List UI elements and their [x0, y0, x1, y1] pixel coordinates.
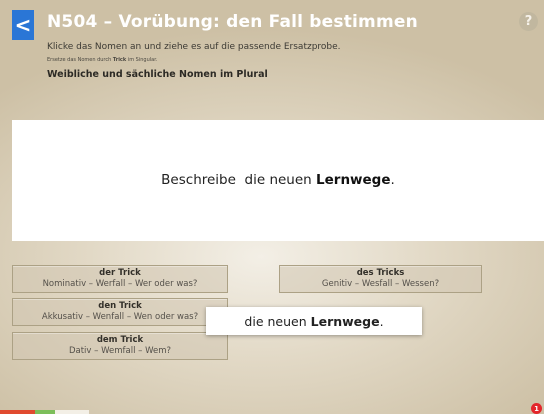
- exercise-subtitle: Weibliche und sächliche Nomen im Plural: [47, 69, 268, 80]
- progress-remaining-segment: [55, 410, 89, 414]
- hint-suffix: im Singular.: [126, 57, 158, 63]
- option-title: der Trick: [99, 268, 141, 278]
- option-title: den Trick: [98, 301, 142, 311]
- card-noun: Lernwege: [310, 313, 380, 329]
- page-title: N504 – Vorübung: den Fall bestimmen: [47, 12, 418, 32]
- sentence-article: die neuen: [244, 172, 312, 188]
- card-article: die neuen: [244, 313, 307, 329]
- option-detail: Nominativ – Werfall – Wer oder was?: [42, 279, 198, 289]
- progress-correct-segment: [35, 410, 55, 414]
- drop-target-nominativ[interactable]: der Trick Nominativ – Werfall – Wer oder…: [12, 265, 228, 293]
- option-title: dem Trick: [96, 335, 144, 345]
- progress-bar: [0, 410, 544, 414]
- sentence-panel: Beschreibe die neuen Lernwege.: [12, 120, 544, 241]
- help-icon[interactable]: ?: [519, 12, 538, 31]
- draggable-noun-card[interactable]: die neuen Lernwege.: [206, 307, 422, 335]
- task-sentence: Beschreibe die neuen Lernwege.: [12, 172, 544, 188]
- back-button[interactable]: <: [12, 10, 34, 40]
- option-detail: Dativ – Wemfall – Wem?: [68, 346, 172, 356]
- sentence-noun: Lernwege: [316, 172, 391, 188]
- sentence-verb: Beschreibe: [161, 172, 236, 188]
- option-title: des Tricks: [356, 268, 405, 278]
- hint-prefix: Ersetze das Nomen durch: [47, 57, 113, 63]
- option-detail: Genitiv – Wesfall – Wessen?: [321, 279, 440, 289]
- drop-target-akkusativ[interactable]: den Trick Akkusativ – Wenfall – Wen oder…: [12, 298, 228, 326]
- instruction-text: Klicke das Nomen an und ziehe es auf die…: [47, 42, 341, 52]
- drop-target-dativ[interactable]: dem Trick Dativ – Wemfall – Wem?: [12, 332, 228, 360]
- progress-wrong-segment: [0, 410, 35, 414]
- card-end: .: [379, 313, 384, 329]
- option-detail: Akkusativ – Wenfall – Wen oder was?: [41, 312, 199, 322]
- hint-bold-word: Trick: [112, 57, 127, 63]
- instruction-hint: Ersetze das Nomen durch Trick im Singula…: [47, 57, 157, 63]
- drop-target-genitiv[interactable]: des Tricks Genitiv – Wesfall – Wessen?: [279, 265, 482, 293]
- sentence-end: .: [390, 172, 395, 188]
- notification-badge[interactable]: 1: [531, 403, 542, 414]
